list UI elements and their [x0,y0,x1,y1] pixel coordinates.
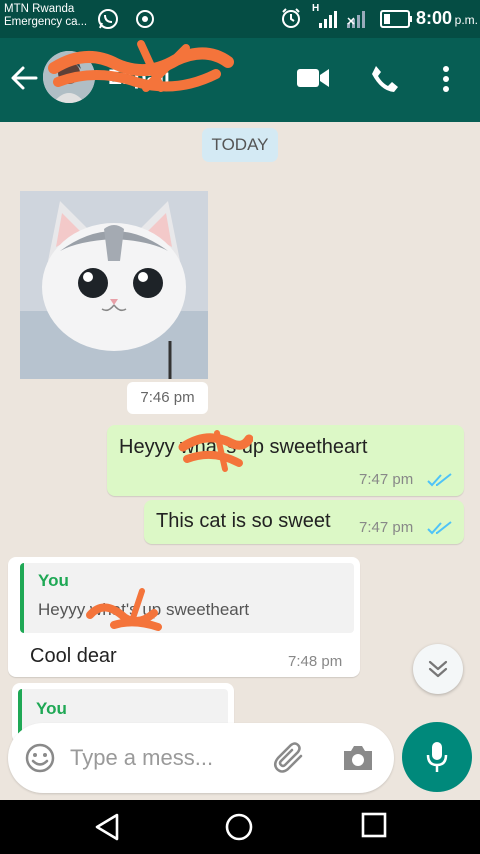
whatsapp-notification-icon [98,9,118,29]
date-label: TODAY [202,128,278,162]
cat-photo [20,191,208,379]
location-icon [136,10,154,28]
carrier-subtext: Emergency ca... [4,16,88,28]
outgoing-message[interactable]: Heyyy what's up sweetheart 7:47 pm [107,425,464,496]
quote-author: You [38,571,69,590]
more-options-icon[interactable] [442,66,450,92]
status-bar: MTN Rwanda Emergency ca... H 8:00 p.m. [0,0,480,38]
message-time: 7:47 pm [359,519,414,536]
cat-image-message[interactable] [20,191,208,379]
emoji-icon[interactable] [24,742,56,774]
image-timestamp: 7:46 pm [127,382,208,414]
message-composer [8,723,394,793]
navigation-bar [0,800,480,854]
scroll-to-bottom-button[interactable] [413,644,463,694]
microphone-icon [426,742,448,772]
clock: 8:00 [415,8,452,28]
redaction-scribble [48,40,234,92]
redaction-scribble [86,588,162,631]
conversation[interactable]: TODAY 7:46 pm Heyyy what's up sweetheart [0,122,480,800]
nav-recents-icon[interactable] [361,812,387,838]
clock-ampm: p.m. [454,13,478,27]
back-arrow-icon[interactable] [10,64,38,92]
read-receipt-icon [427,473,452,487]
battery-icon [380,10,412,28]
quoted-message[interactable]: You Heyyy what's up sweetheart [20,563,354,633]
read-receipt-icon [427,521,452,535]
outgoing-message[interactable]: This cat is so sweet 7:47 pm [144,500,464,544]
signal-2-icon [347,11,365,28]
incoming-message[interactable]: You Heyyy what's up sweetheart Cool dear… [8,557,360,677]
nav-back-icon[interactable] [93,812,121,842]
voice-record-button[interactable] [402,722,472,792]
video-call-icon[interactable] [296,67,330,89]
message-time: 7:48 pm [288,653,343,670]
signal-icon [319,11,337,28]
quote-author: You [36,699,67,718]
alarm-icon [282,8,300,28]
message-text: This cat is so sweet [156,510,331,532]
chat-header: Ekpali [0,38,480,122]
attachment-icon[interactable] [273,742,307,776]
redaction-scribble [178,430,253,472]
double-chevron-down-icon [428,660,448,678]
message-input[interactable] [70,741,270,775]
message-time: 7:47 pm [359,471,414,488]
camera-icon[interactable] [342,744,374,772]
carrier-name: MTN Rwanda [4,3,75,15]
nav-home-icon[interactable] [224,812,254,842]
phone-call-icon[interactable] [369,64,399,94]
carrier-info: MTN Rwanda Emergency ca... [4,3,87,29]
message-text: Cool dear [30,645,117,667]
